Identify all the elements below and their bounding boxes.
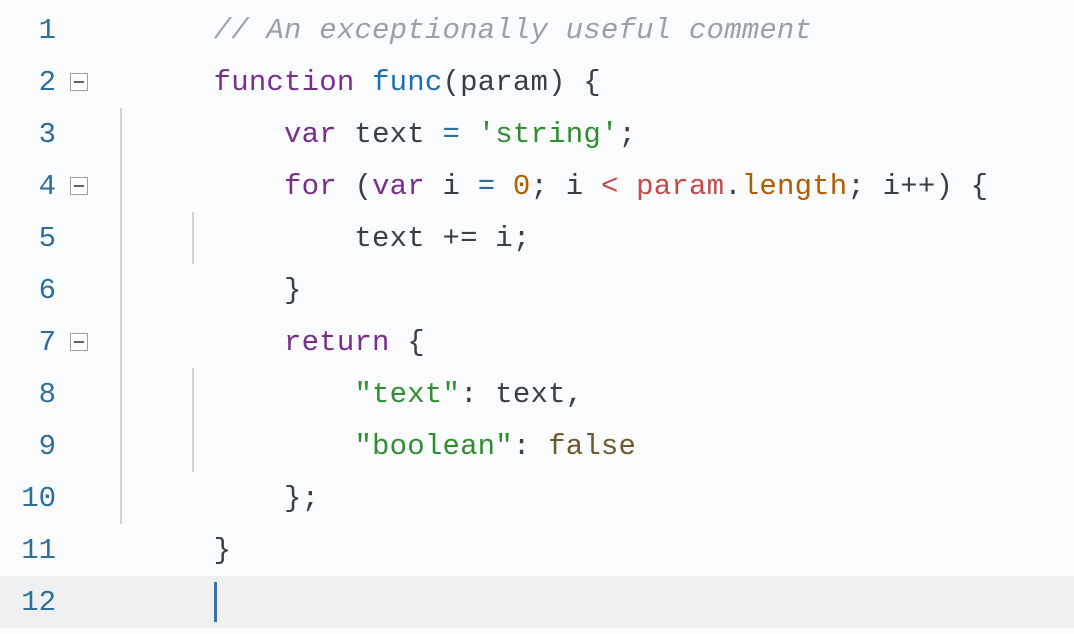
token-operator: < (601, 170, 619, 203)
line-number: 10 (0, 482, 62, 515)
line-number: 1 (0, 14, 62, 47)
text-cursor (214, 582, 217, 622)
line-number: 2 (0, 66, 62, 99)
fold-collapse-icon[interactable] (70, 333, 88, 351)
fold-gutter[interactable] (62, 73, 96, 91)
line-number: 8 (0, 378, 62, 411)
code-content[interactable] (96, 549, 217, 634)
line-number: 6 (0, 274, 62, 307)
token-param: param (636, 170, 724, 203)
code-line-current[interactable]: 12 (0, 576, 1074, 628)
line-number: 12 (0, 586, 62, 619)
code-editor[interactable]: 1 // An exceptionally useful comment 2 f… (0, 0, 1074, 634)
token-string: "boolean" (354, 430, 512, 463)
line-number: 7 (0, 326, 62, 359)
fold-collapse-icon[interactable] (70, 177, 88, 195)
fold-gutter[interactable] (62, 333, 96, 351)
fold-collapse-icon[interactable] (70, 73, 88, 91)
fold-gutter[interactable] (62, 177, 96, 195)
line-number: 4 (0, 170, 62, 203)
line-number: 9 (0, 430, 62, 463)
token-property: length (742, 170, 848, 203)
line-number: 11 (0, 534, 62, 567)
line-number: 3 (0, 118, 62, 151)
token-boolean: false (548, 430, 636, 463)
line-number: 5 (0, 222, 62, 255)
